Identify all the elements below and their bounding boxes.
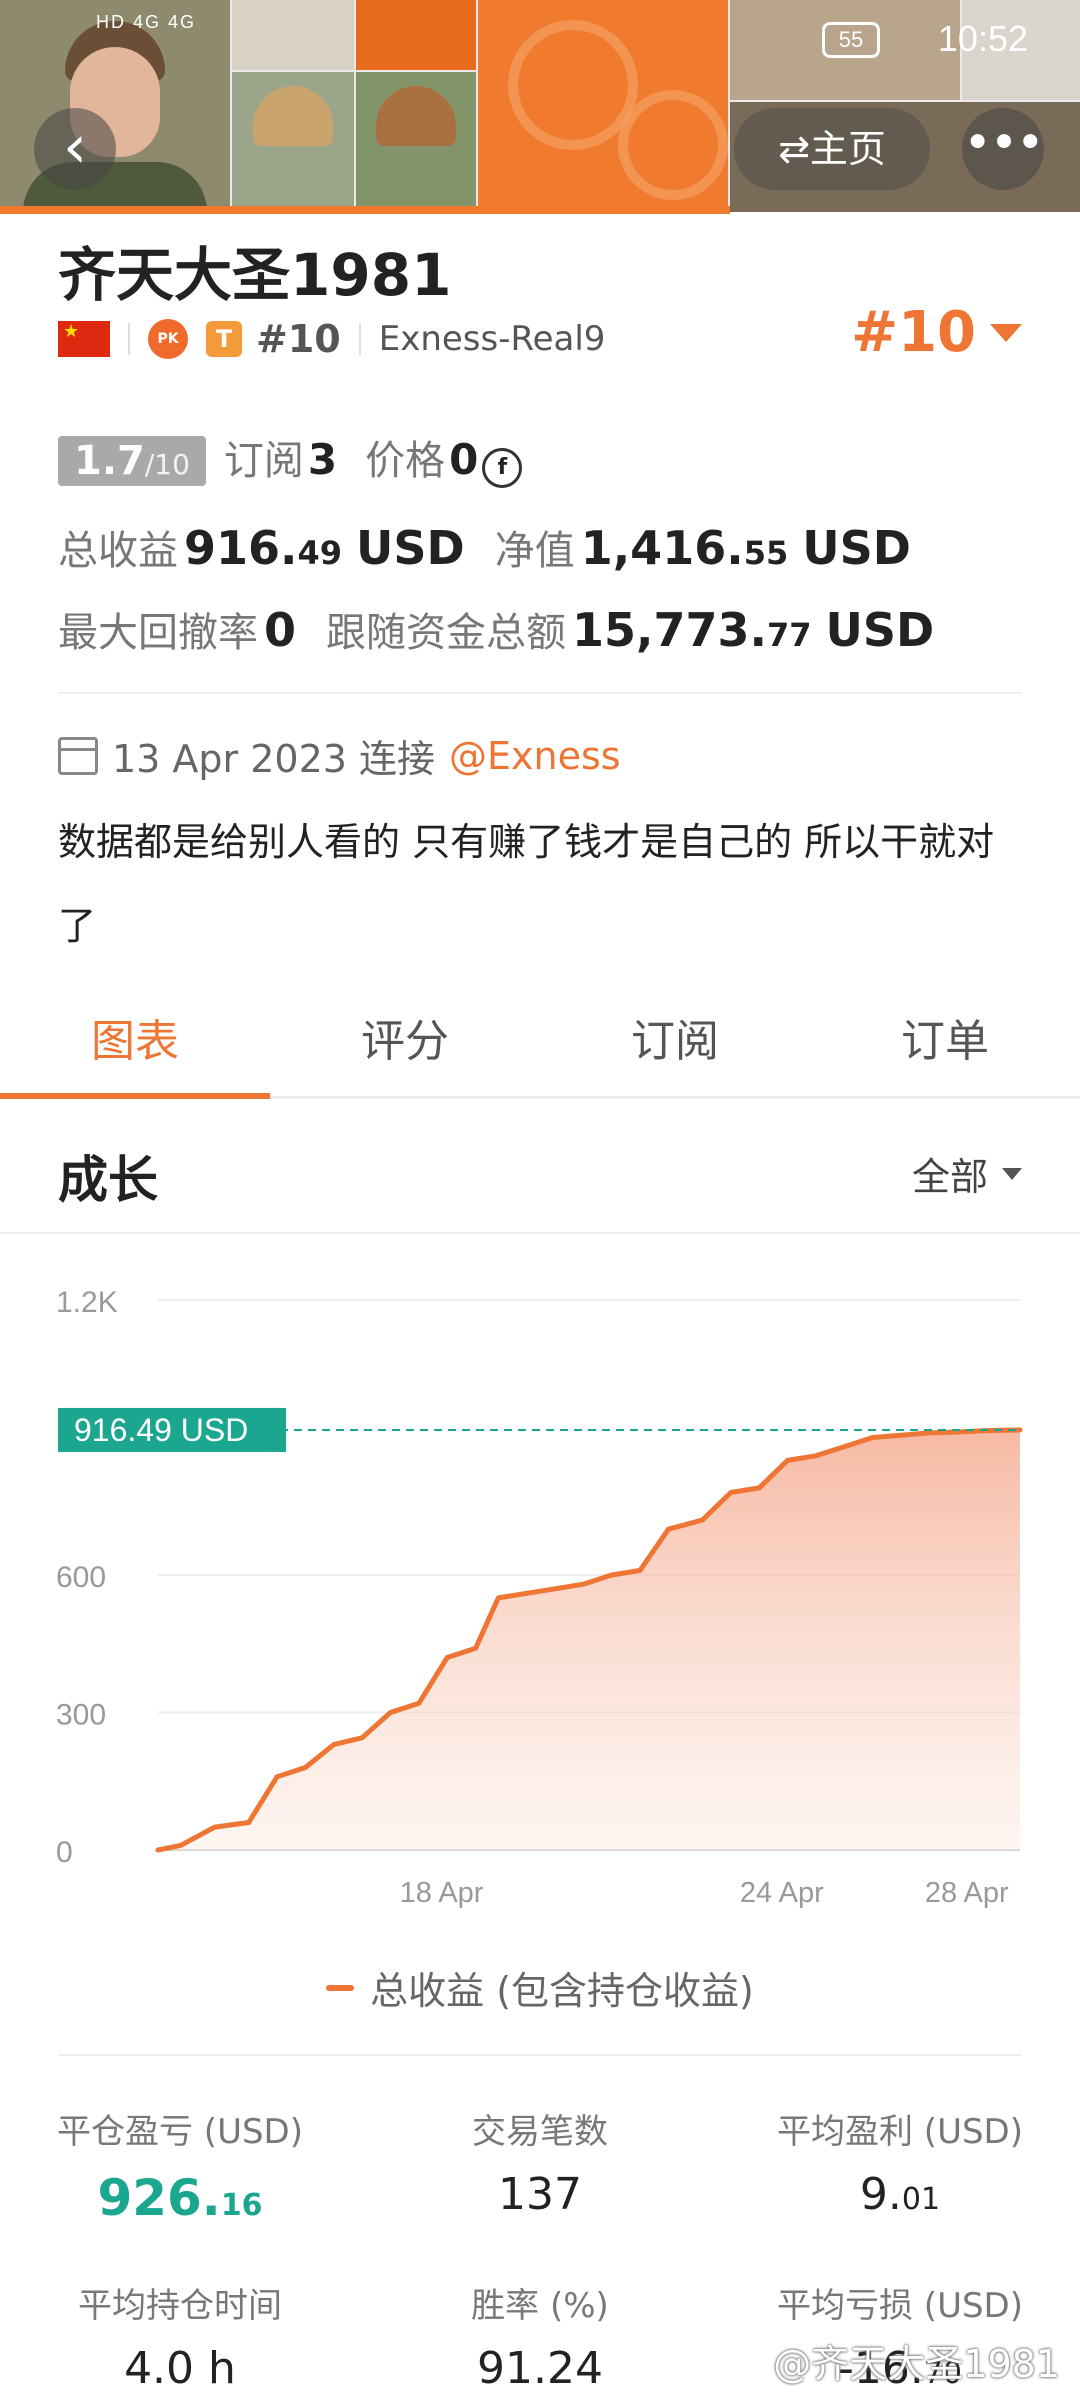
back-button[interactable]: ‹ — [34, 108, 116, 190]
more-button[interactable]: ••• — [962, 108, 1044, 190]
subscribe-count: 3 — [307, 435, 338, 484]
chevron-down-icon — [990, 323, 1022, 342]
y-tick-label: 1.2K — [56, 1286, 118, 1319]
y-tick-label: 300 — [56, 1699, 106, 1732]
follow-funds-unit: USD — [825, 603, 935, 657]
tab-chart[interactable]: 图表 — [0, 1000, 270, 1099]
stat-label: 平均持仓时间 — [78, 2286, 282, 2326]
drawdown-value: 0 — [264, 603, 297, 657]
equity-value: 1,416.55 — [580, 521, 789, 575]
divider — [0, 1232, 1080, 1234]
back-icon: ‹ — [63, 112, 87, 182]
tab-orders[interactable]: 订单 — [810, 1000, 1080, 1096]
range-filter-value: 全部 — [911, 1155, 988, 1199]
stat-label: 胜率 (%) — [471, 2286, 609, 2326]
equity-label: 净值 — [494, 528, 575, 574]
price-value: 0 — [449, 435, 479, 484]
stat-avg-profit: 平均盈利 (USD) 9.01 — [740, 2104, 1060, 2220]
stat-value: 926.16 — [97, 2169, 263, 2227]
y-axis: 0 300 600 1.2K — [56, 1286, 118, 1869]
battery-icon: 55 — [822, 22, 880, 58]
divider — [58, 2054, 1022, 2056]
coin-icon: f — [482, 448, 523, 488]
trader-name: 齐天大圣1981 — [58, 241, 452, 309]
stat-value: 137 — [498, 2169, 582, 2220]
stat-value: 91.24 — [477, 2343, 603, 2394]
price-label: 价格 — [365, 438, 446, 484]
profit-area — [158, 1429, 1020, 1850]
drawdown-row: 最大回撤率 0 跟随资金总额 15,773.77 USD — [58, 600, 934, 658]
profile-meta-row: PK T #10 Exness-Real9 — [58, 312, 605, 366]
avatar-photo — [356, 72, 476, 212]
home-button[interactable]: ⇄主页 — [734, 108, 930, 190]
more-icon: ••• — [963, 115, 1045, 171]
stat-closed-pnl: 平仓盈亏 (USD) 926.16 — [20, 2104, 340, 2227]
stat-label: 平仓盈亏 (USD) — [57, 2112, 303, 2152]
stat-win-rate: 胜率 (%) 91.24 — [380, 2278, 700, 2394]
broker-account: Exness-Real9 — [378, 319, 606, 359]
rank-value: #10 — [851, 300, 976, 365]
x-axis: 18 Apr 24 Apr 28 Apr — [400, 1877, 1009, 1909]
tab-subscribe[interactable]: 订阅 — [540, 1000, 810, 1096]
trader-bio: 数据都是给别人看的 只有赚了钱才是自己的 所以干就对了 — [58, 820, 995, 948]
total-profit-label: 总收益 — [58, 528, 178, 574]
avatar-photo — [232, 72, 354, 212]
rating-row: 1.7/10 订阅 3 价格 0 f — [58, 428, 523, 488]
stat-avg-hold-time: 平均持仓时间 4.0 h — [20, 2278, 340, 2394]
header-accent-bar — [0, 206, 730, 214]
stat-value: 9.01 — [859, 2169, 941, 2220]
china-flag-icon — [58, 321, 110, 357]
y-tick-label: 600 — [56, 1561, 106, 1594]
x-tick-label: 18 Apr — [400, 1877, 484, 1909]
pk-badge-icon[interactable]: PK — [148, 319, 188, 359]
chevron-down-icon — [1002, 1167, 1022, 1180]
subscribe-label: 订阅 — [223, 438, 304, 484]
x-tick-label: 28 Apr — [925, 1877, 1009, 1909]
legend-label: 总收益 (包含持仓收益) — [370, 1969, 754, 2013]
total-profit-value: 916.49 — [184, 521, 343, 575]
current-value-label: 916.49 USD — [74, 1412, 248, 1448]
divider — [358, 323, 361, 355]
status-bar: HD 4G 4G 55 10:52 — [0, 0, 1080, 80]
clock: 10:52 — [937, 18, 1028, 59]
section-title: 成长 — [58, 1151, 158, 1209]
total-profit-unit: USD — [356, 521, 465, 575]
follow-funds-label: 跟随资金总额 — [326, 610, 567, 656]
divider — [128, 323, 130, 355]
trader-badge-icon[interactable]: T — [206, 321, 242, 357]
connection-date: 13 Apr 2023 连接 — [112, 737, 436, 781]
follow-funds-value: 15,773.77 — [572, 603, 812, 657]
stat-value: 4.0 h — [124, 2343, 236, 2394]
y-tick-label: 0 — [56, 1836, 73, 1869]
stat-label: 交易笔数 — [472, 2112, 608, 2152]
divider — [58, 692, 1022, 694]
range-filter-dropdown[interactable]: 全部 — [912, 1146, 1022, 1201]
growth-chart[interactable]: 0 300 600 1.2K 18 Apr 24 Apr 28 Apr 916.49 US… — [0, 1260, 1080, 1940]
chart-legend: 总收益 (包含持仓收益) — [0, 1960, 1080, 2015]
tab-rating[interactable]: 评分 — [270, 1000, 540, 1096]
rating-value: 1.7 — [74, 438, 145, 484]
rank-dropdown[interactable]: #10 — [851, 300, 1022, 365]
calendar-icon — [58, 736, 98, 775]
x-tick-label: 24 Apr — [740, 1877, 824, 1909]
stat-label: 平均盈利 (USD) — [777, 2112, 1023, 2152]
stat-label: 平均亏损 (USD) — [777, 2286, 1023, 2326]
signal-icon: HD 4G 4G — [96, 12, 197, 32]
profit-row: 总收益 916.49 USD 净值 1,416.55 USD — [58, 518, 911, 576]
equity-unit: USD — [802, 521, 911, 575]
rating-badge: 1.7/10 — [58, 436, 206, 486]
broker-link[interactable]: @Exness — [449, 734, 621, 778]
rank-label: #10 — [256, 317, 341, 361]
stat-trade-count: 交易笔数 137 — [380, 2104, 700, 2220]
rating-denominator: /10 — [144, 448, 190, 481]
connection-row: 13 Apr 2023 连接 @Exness — [58, 728, 621, 783]
legend-swatch — [326, 1984, 355, 1991]
watermark: @齐天大圣1981 — [773, 2342, 1060, 2386]
tab-bar: 图表 评分 订阅 订单 — [0, 1000, 1080, 1099]
drawdown-label: 最大回撤率 — [58, 610, 258, 656]
